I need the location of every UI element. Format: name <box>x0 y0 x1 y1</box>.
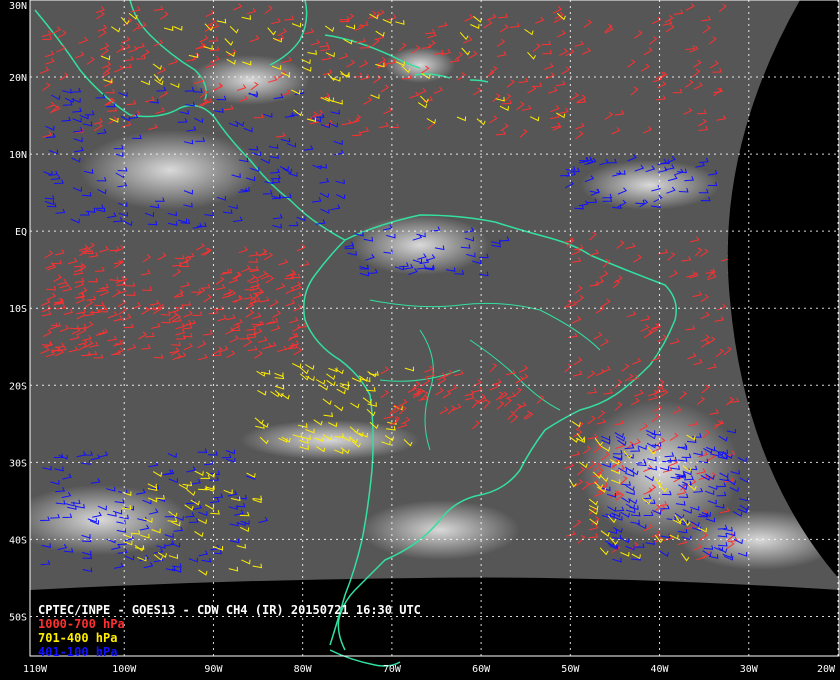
longitude-label: 60W <box>472 664 491 675</box>
latitude-label: 30N <box>9 1 27 12</box>
latitude-label: 10N <box>9 150 27 161</box>
legend-high-level: 401-100 hPa <box>38 645 118 659</box>
longitude-label: 40W <box>651 664 670 675</box>
latitude-label: 20N <box>9 73 27 84</box>
satellite-map: 30N 20N 10N EQ 10S 20S 30S 40S 50S 110W 100W 90W 80… <box>0 0 840 680</box>
longitude-label: 70W <box>383 664 402 675</box>
legend-mid-level: 701-400 hPa <box>38 631 118 645</box>
longitude-label: 30W <box>740 664 759 675</box>
latitude-label: 20S <box>9 381 27 392</box>
latitude-label: 40S <box>9 535 27 546</box>
latitude-label: 30S <box>9 458 27 469</box>
longitude-label: 50W <box>561 664 580 675</box>
longitude-label: 100W <box>112 664 137 675</box>
map-canvas: 30N 20N 10N EQ 10S 20S 30S 40S 50S 110W 100W 90W 80… <box>9 0 840 675</box>
longitude-label: 80W <box>294 664 313 675</box>
longitude-labels: 110W 100W 90W 80W 70W 60W 50W 40W 30W 20W <box>23 664 836 675</box>
latitude-label: EQ <box>15 227 27 238</box>
wind-barb <box>727 266 737 274</box>
producer-title: CPTEC/INPE - GOES13 - CDW CH4 (IR) 20150… <box>38 603 421 617</box>
longitude-label: 90W <box>204 664 223 675</box>
wind-barb <box>727 235 736 244</box>
longitude-label: 20W <box>817 664 836 675</box>
longitude-label: 110W <box>23 664 48 675</box>
latitude-labels: 30N 20N 10N EQ 10S 20S 30S 40S 50S <box>9 1 27 623</box>
map-caption: CPTEC/INPE - GOES13 - CDW CH4 (IR) 20150… <box>38 603 421 659</box>
latitude-label: 10S <box>9 304 27 315</box>
legend-low-level: 1000-700 hPa <box>38 617 125 631</box>
latitude-label: 50S <box>9 612 27 623</box>
